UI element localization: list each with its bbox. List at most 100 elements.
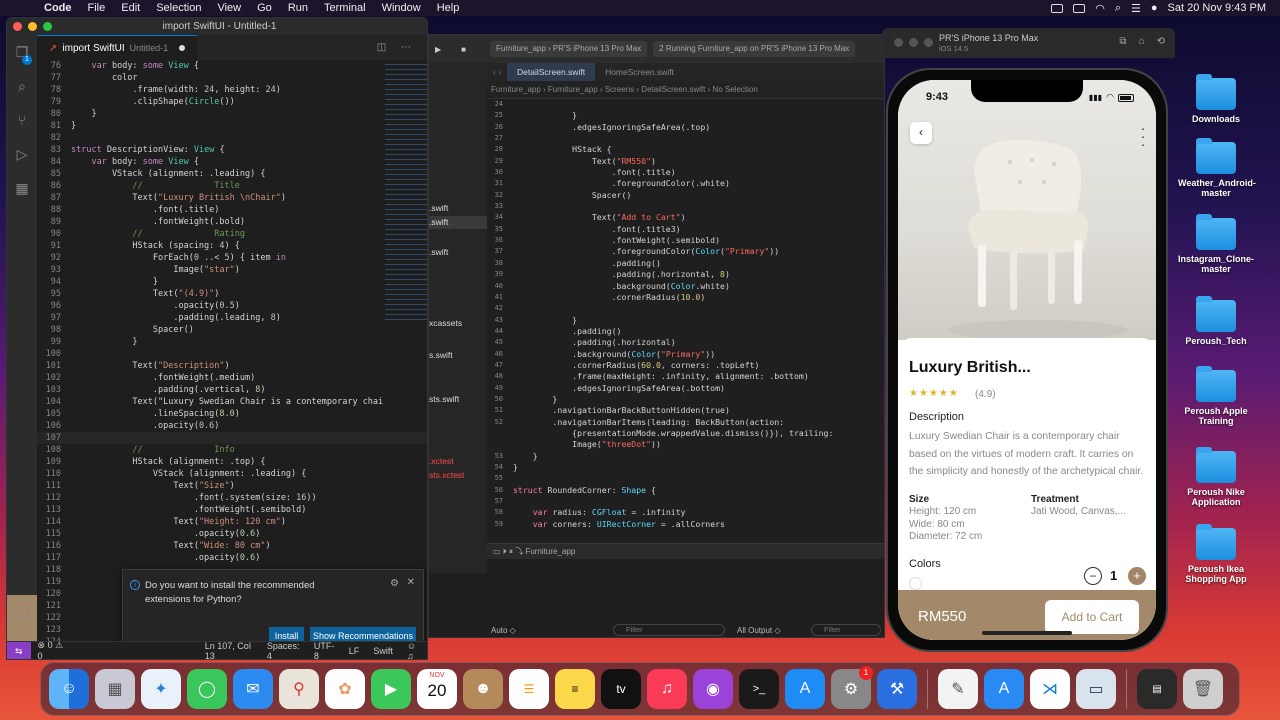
code-line[interactable]: 81} [37, 120, 427, 132]
script-editor-icon[interactable]: ✎ [938, 669, 978, 709]
menu-window[interactable]: Window [374, 2, 429, 14]
code-line[interactable]: 80 } [37, 108, 427, 120]
nav-file[interactable]: .swift [429, 217, 448, 227]
code-line[interactable]: 36 .fontWeight(.semibold) [487, 235, 884, 246]
code-line[interactable]: 112 .font(.system(size: 16)) [37, 492, 427, 504]
facetime-icon[interactable]: ▶ [371, 669, 411, 709]
back-button[interactable]: ‹ [910, 122, 932, 144]
debug-controls-icon[interactable]: ▭ ⏵ ⏸ ⤵ [493, 547, 523, 556]
unsaved-indicator-icon[interactable] [179, 45, 186, 51]
close-window-icon[interactable] [13, 22, 22, 31]
code-line[interactable]: 35 .font(.title3) [487, 224, 884, 235]
podcasts-icon[interactable]: ◉ [693, 669, 733, 709]
home-icon[interactable]: ⌂ [1139, 36, 1145, 47]
code-line[interactable]: 41 .cornerRadius(10.0) [487, 292, 884, 303]
code-line[interactable]: 111 Text("Size") [37, 480, 427, 492]
desktop-folder-instagram[interactable]: Instagram_Clone-master [1178, 214, 1254, 274]
nav-back-icon[interactable]: ‹ › [487, 67, 507, 77]
end-of-line[interactable]: LF [342, 646, 367, 656]
tab-homescreen[interactable]: HomeScreen.swift [595, 63, 684, 81]
menu-edit[interactable]: Edit [113, 2, 148, 14]
app-store-icon[interactable]: A [785, 669, 825, 709]
desktop-folder-nike[interactable]: Peroush Nike Application [1178, 447, 1254, 507]
desktop-folder-weather[interactable]: Weather_Android-master [1178, 138, 1256, 198]
code-line[interactable]: 30 .font(.title) [487, 167, 884, 178]
code-line[interactable]: 107 [37, 432, 427, 444]
system-preferences-icon[interactable]: ⚙ 1 [831, 666, 873, 709]
language-mode[interactable]: Swift [366, 646, 400, 656]
code-line[interactable]: 114 Text("Height: 120 cm") [37, 516, 427, 528]
code-line[interactable]: 42 [487, 303, 884, 314]
nav-file[interactable]: .xctest [429, 456, 454, 466]
xcode-code-editor[interactable]: 24 25 } 26 .edgesIgnoringSafeArea(.top) 27 2… [487, 99, 884, 539]
close-window-icon[interactable] [894, 38, 903, 47]
code-line[interactable]: 59 var corners: UIRectCorner = .allCorne… [487, 519, 884, 530]
reminders-icon[interactable]: ☰ [509, 669, 549, 709]
vscode-code-editor[interactable]: 76 var body: some View {77 color 78 .fram… [37, 60, 427, 644]
code-line[interactable]: 108 // Info [37, 444, 427, 456]
code-line[interactable]: 33 [487, 201, 884, 212]
code-line[interactable]: 116 Text("Wide: 80 cm") [37, 540, 427, 552]
code-line[interactable]: 94 } [37, 276, 427, 288]
source-control-icon[interactable]: ⑂ [7, 103, 37, 137]
code-line[interactable]: 88 .font(.title) [37, 204, 427, 216]
minimized-window-icon[interactable]: ▤ [1137, 669, 1177, 709]
auto-selector[interactable]: Auto ◇ [491, 626, 516, 635]
code-line[interactable]: 44 .padding() [487, 326, 884, 337]
code-line[interactable]: 55 [487, 473, 884, 484]
nav-file[interactable]: sts.xctest [429, 470, 464, 480]
nav-file[interactable]: xcassets [429, 318, 462, 328]
code-line[interactable]: 24 [487, 99, 884, 110]
menu-go[interactable]: Go [249, 2, 280, 14]
code-line[interactable]: 103 .padding(.vertical, 8) [37, 384, 427, 396]
simulator-icon[interactable]: A [984, 669, 1024, 709]
code-line[interactable]: 78 .frame(width: 24, height: 24) [37, 84, 427, 96]
code-line[interactable]: 101 Text("Description") [37, 360, 427, 372]
code-line[interactable]: 90 // Rating [37, 228, 427, 240]
code-line[interactable]: 76 var body: some View { [37, 60, 427, 72]
code-line[interactable]: 96 .opacity(0.5) [37, 300, 427, 312]
breadcrumb[interactable]: Furniture_app › Furniture_app › Screens … [487, 81, 884, 99]
photos-icon[interactable]: ✿ [325, 669, 365, 709]
menu-selection[interactable]: Selection [148, 2, 209, 14]
minimize-window-icon[interactable] [28, 22, 37, 31]
code-line[interactable]: 97 .padding(.leading, 8) [37, 312, 427, 324]
code-line[interactable]: Image("threeDot")) [487, 439, 884, 450]
desktop-folder-downloads[interactable]: Downloads [1178, 74, 1254, 124]
code-line[interactable]: 32 Spacer() [487, 190, 884, 201]
code-line[interactable]: 89 .fontWeight(.bold) [37, 216, 427, 228]
nav-file[interactable]: .swift [429, 203, 448, 213]
code-line[interactable]: 84 var body: some View { [37, 156, 427, 168]
desktop-folder-apple-training[interactable]: Peroush Apple Training [1178, 366, 1254, 426]
code-line[interactable]: 106 .opacity(0.6) [37, 420, 427, 432]
variables-filter[interactable]: Filter [613, 624, 725, 636]
code-line[interactable]: 53 } [487, 451, 884, 462]
code-line[interactable]: 100 [37, 348, 427, 360]
desktop-folder-ikea[interactable]: Peroush Ikea Shopping App [1178, 524, 1254, 584]
tab-detailscreen[interactable]: DetailScreen.swift [507, 63, 596, 81]
desktop-folder-peroush-tech[interactable]: Peroush_Tech [1178, 296, 1254, 346]
code-line[interactable]: 34 Text("Add to Cart") [487, 212, 884, 223]
minimize-window-icon[interactable] [909, 38, 918, 47]
output-selector[interactable]: All Output ◇ [737, 626, 781, 635]
code-line[interactable]: 95 Text("(4.9)") [37, 288, 427, 300]
cursor-position[interactable]: Ln 107, Col 13 [198, 641, 260, 660]
minimap[interactable] [385, 62, 427, 322]
code-line[interactable]: 91 HStack (spacing: 4) { [37, 240, 427, 252]
split-editor-icon[interactable]: ◫ ⋯ [377, 42, 427, 53]
code-line[interactable]: 37 .foregroundColor(Color("Primary")) [487, 246, 884, 257]
nav-file[interactable]: .swift [429, 247, 448, 257]
messages-icon[interactable]: ◯ [187, 669, 227, 709]
home-indicator[interactable] [982, 631, 1072, 635]
nav-file[interactable]: s.swift [429, 350, 453, 360]
decrement-button[interactable]: − [1084, 567, 1102, 585]
battery-icon[interactable] [1073, 3, 1086, 13]
code-line[interactable]: 102 .fontWeight(.medium) [37, 372, 427, 384]
code-line[interactable]: 56 struct RoundedCorner: Shape { [487, 485, 884, 496]
code-line[interactable]: 27 [487, 133, 884, 144]
code-line[interactable]: 47 .cornerRadius(60.0, corners: .topLeft… [487, 360, 884, 371]
code-line[interactable]: 117 .opacity(0.6) [37, 552, 427, 564]
code-line[interactable]: 51 .navigationBarBackButtonHidden(true) [487, 405, 884, 416]
explorer-icon[interactable]: ❐ 1 [7, 35, 37, 69]
code-line[interactable]: 31 .foregroundColor(.white) [487, 178, 884, 189]
